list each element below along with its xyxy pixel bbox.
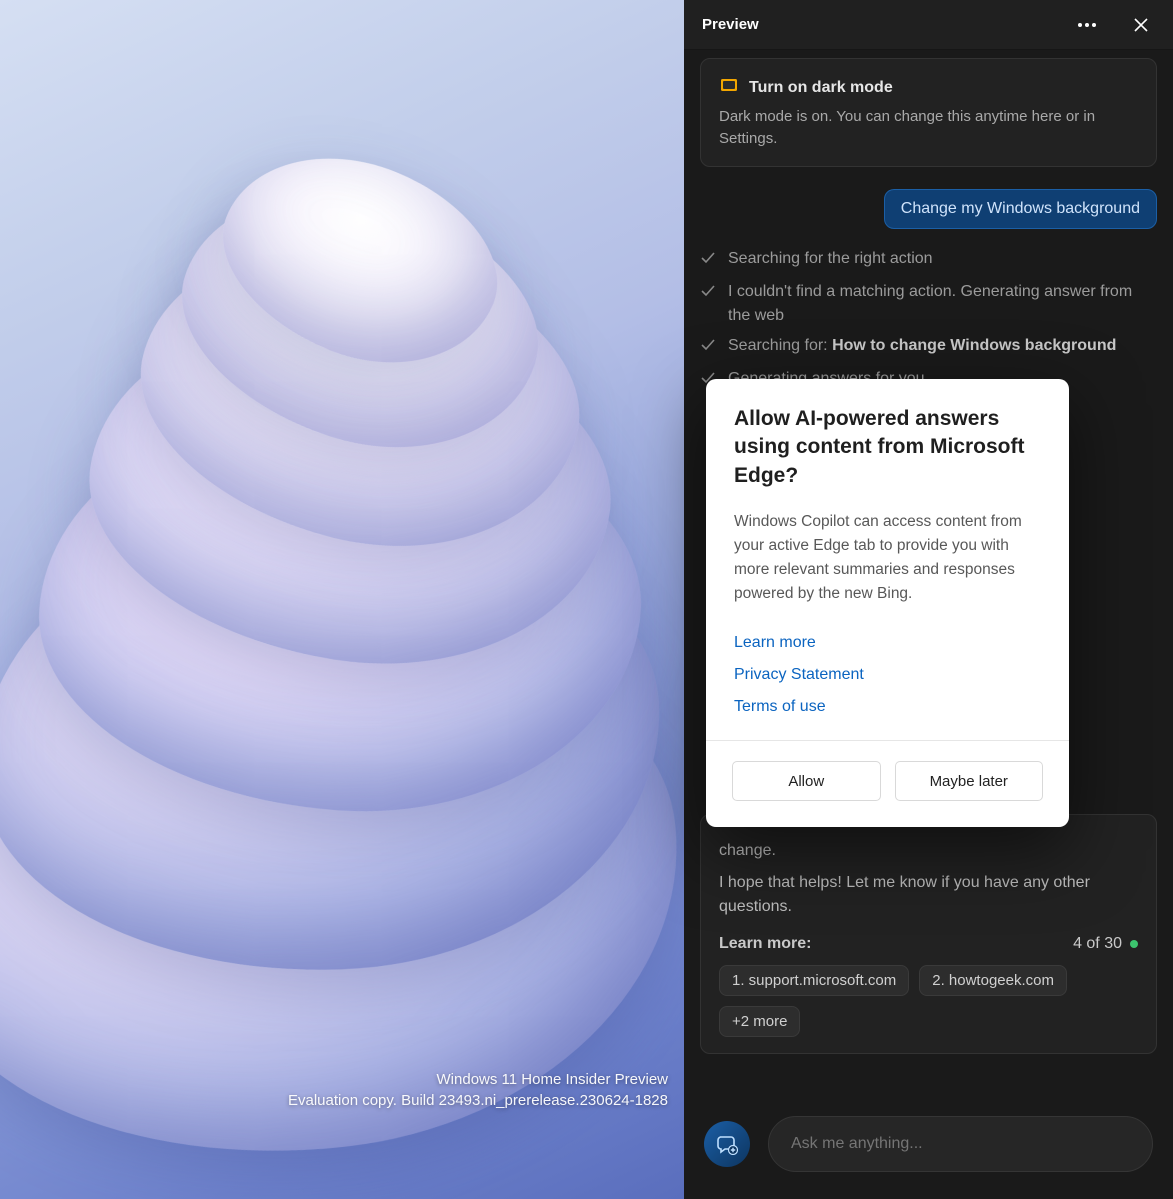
status-searching-query: Searching for: How to change Windows bac… [700, 334, 1157, 361]
watermark-line1: Windows 11 Home Insider Preview [288, 1069, 668, 1090]
sidebar-header: Preview [684, 0, 1173, 50]
check-icon [700, 250, 716, 274]
dark-mode-subtitle: Dark mode is on. You can change this any… [719, 106, 1138, 150]
modal-description: Windows Copilot can access content from … [734, 510, 1041, 606]
composer [684, 1089, 1173, 1199]
status-searching-action: Searching for the right action [700, 247, 1157, 274]
close-icon[interactable] [1127, 11, 1155, 39]
user-message: Change my Windows background [884, 189, 1157, 229]
message-count: 4 of 30 [1073, 935, 1138, 953]
sidebar-title: Preview [702, 16, 1073, 33]
source-chips: 1. support.microsoft.com 2. howtogeek.co… [719, 965, 1138, 1037]
maybe-later-button[interactable]: Maybe later [895, 761, 1044, 801]
new-topic-button[interactable] [704, 1121, 750, 1167]
answer-card: change. I hope that helps! Let me know i… [700, 814, 1157, 1054]
bloom-graphic [0, 110, 684, 1090]
modal-title: Allow AI-powered answers using content f… [734, 405, 1041, 490]
learn-more-label: Learn more: [719, 935, 811, 953]
source-chip-more[interactable]: +2 more [719, 1006, 800, 1037]
dark-mode-title: Turn on dark mode [749, 79, 893, 97]
watermark-line2: Evaluation copy. Build 23493.ni_prerelea… [288, 1090, 668, 1111]
check-icon [700, 283, 716, 307]
answer-closing: I hope that helps! Let me know if you ha… [719, 871, 1138, 919]
ask-input[interactable] [768, 1116, 1153, 1172]
source-chip[interactable]: 1. support.microsoft.com [719, 965, 909, 996]
source-chip[interactable]: 2. howtogeek.com [919, 965, 1067, 996]
terms-of-use-link[interactable]: Terms of use [734, 698, 1041, 716]
check-icon [700, 337, 716, 361]
status-no-matching-action: I couldn't find a matching action. Gener… [700, 280, 1157, 328]
edge-consent-modal: Allow AI-powered answers using content f… [706, 379, 1069, 827]
more-options-icon[interactable] [1073, 11, 1101, 39]
watermark: Windows 11 Home Insider Preview Evaluati… [288, 1069, 668, 1111]
answer-step-fragment: change. [719, 839, 1138, 863]
status-dot-icon [1130, 940, 1138, 948]
privacy-statement-link[interactable]: Privacy Statement [734, 666, 1041, 684]
learn-more-link[interactable]: Learn more [734, 634, 1041, 652]
desktop-wallpaper: Windows 11 Home Insider Preview Evaluati… [0, 0, 684, 1199]
dark-mode-icon [719, 75, 739, 100]
dark-mode-card: Turn on dark mode Dark mode is on. You c… [700, 58, 1157, 167]
allow-button[interactable]: Allow [732, 761, 881, 801]
